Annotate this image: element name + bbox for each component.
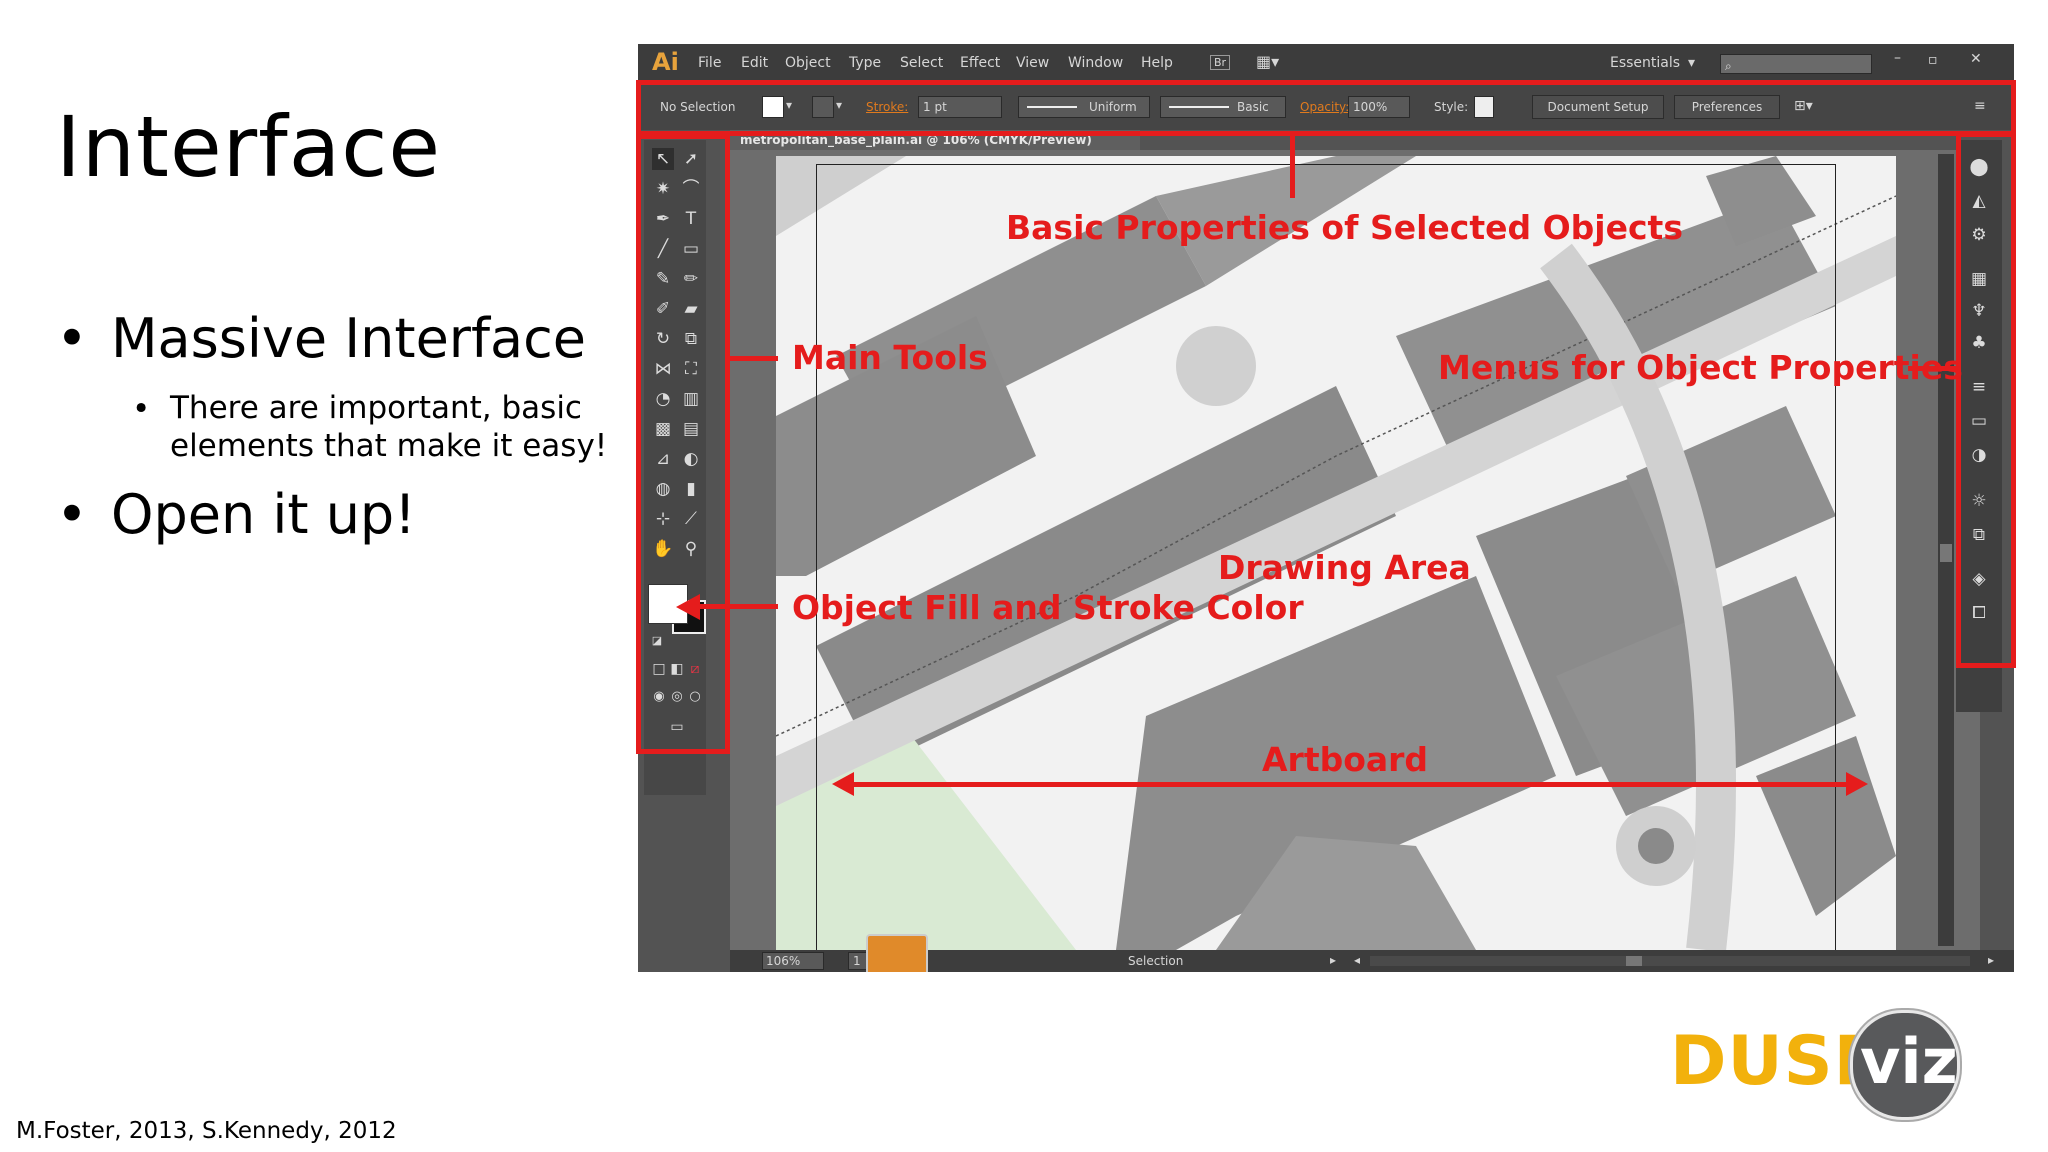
main-tools-label: Main Tools (792, 338, 988, 377)
menu-select[interactable]: Select (900, 55, 943, 71)
workspace-dropdown-icon[interactable]: ▾ (1688, 55, 1695, 71)
basic-properties-box (636, 80, 2016, 136)
menu-window[interactable]: Window (1068, 55, 1123, 71)
main-tools-box (636, 134, 730, 754)
scroll-left-icon[interactable]: ◂ (1354, 953, 1360, 967)
vertical-scroll-thumb[interactable] (1940, 544, 1952, 562)
bullet-dot: • (56, 307, 88, 370)
menu-help[interactable]: Help (1141, 55, 1173, 71)
artboard-left-arrowhead (832, 772, 854, 796)
app-logo: Ai (652, 48, 679, 76)
bullet-text: Open it up! (110, 483, 416, 546)
horizontal-scroll-thumb[interactable] (1626, 956, 1642, 966)
menu-type[interactable]: Type (849, 55, 881, 71)
menu-object[interactable]: Object (785, 55, 831, 71)
minimize-icon[interactable]: – (1894, 50, 1901, 66)
credit-text: M.Foster, 2013, S.Kennedy, 2012 (16, 1118, 397, 1144)
menu-edit[interactable]: Edit (741, 55, 768, 71)
search-icon: ⌕ (1725, 59, 1732, 73)
zoom-field[interactable]: 106% (762, 952, 824, 970)
scroll-right-icon[interactable]: ▸ (1988, 953, 1994, 967)
bullet-dot: • (56, 483, 88, 546)
basic-properties-label: Basic Properties of Selected Objects (1006, 208, 1683, 247)
fill-stroke-label: Object Fill and Stroke Color (792, 588, 1304, 627)
vertical-scrollbar[interactable] (1938, 154, 1954, 946)
main-tools-leader (730, 356, 778, 361)
object-menus-label: Menus for Object Properties (1438, 348, 1963, 387)
bullet-massive-interface: • Massive Interface (56, 312, 586, 366)
maximize-icon[interactable]: ▫ (1928, 52, 1938, 68)
close-icon[interactable]: ✕ (1970, 51, 1982, 67)
viz-logo-text: viz (1860, 1025, 1958, 1098)
artboard-label: Artboard (1262, 740, 1429, 779)
sub-bullet-dot: • (132, 391, 151, 427)
arrange-documents-icon[interactable]: ▦▾ (1256, 52, 1279, 71)
artboard-width-line (850, 782, 1850, 787)
object-menus-box (1956, 132, 2016, 668)
fill-stroke-leader (698, 604, 778, 609)
menu-bar: Ai File Edit Object Type Select Effect V… (638, 44, 2014, 82)
status-bar: 106% 1 Selection ▸ ◂ ▸ (730, 934, 2014, 972)
zoom-value: 106% (766, 954, 801, 968)
slide-title: Interface (56, 98, 442, 196)
menu-file[interactable]: File (698, 55, 721, 71)
fill-stroke-arrowhead (676, 594, 700, 620)
status-tool-name: Selection (1128, 954, 1184, 968)
menu-view[interactable]: View (1016, 55, 1049, 71)
bullet-text: Massive Interface (110, 307, 587, 370)
workspace-switcher[interactable]: Essentials (1610, 55, 1680, 71)
bullet-open-it-up: • Open it up! (56, 488, 416, 542)
search-field[interactable]: ⌕ (1720, 54, 1872, 74)
basic-properties-leader (1290, 134, 1295, 198)
illustrator-screenshot: Ai File Edit Object Type Select Effect V… (638, 44, 2014, 972)
menu-effect[interactable]: Effect (960, 55, 1000, 71)
sub-bullet-line-1: There are important, basic (170, 390, 582, 426)
status-arrow-icon[interactable]: ▸ (1330, 953, 1336, 967)
page-value: 1 (853, 954, 861, 968)
sub-bullet-line-2: elements that make it easy! (170, 428, 608, 464)
sub-bullet: • (132, 390, 150, 428)
drawing-area-label: Drawing Area (1218, 548, 1471, 587)
taskbar-app-icon (866, 934, 928, 972)
artboard-right-arrowhead (1846, 772, 1868, 796)
horizontal-scrollbar[interactable] (1370, 956, 1970, 966)
bridge-button[interactable]: Br (1210, 55, 1231, 70)
